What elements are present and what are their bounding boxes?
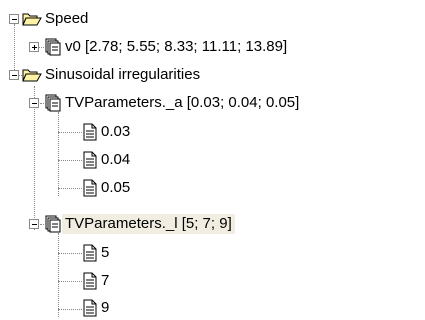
tree-line [58,112,59,196]
collapse-tv-l-toggle[interactable] [29,219,39,229]
document-icon [83,299,97,317]
document-icon [83,244,97,262]
tree-line [58,253,82,254]
open-folder-icon [22,69,42,82]
tree-line [58,132,82,133]
minus-box-icon [12,19,17,20]
tree-node-tv-a[interactable]: TVParameters._a [0.03; 0.04; 0.05] [44,92,302,114]
tree-node-value[interactable]: 9 [82,297,112,319]
tv-a-label: TVParameters._a [0.03; 0.04; 0.05] [65,94,300,111]
stacked-pages-icon [45,215,61,233]
tree-line [58,281,82,282]
tree-line [58,233,59,317]
tree-line [58,188,82,189]
tree-node-v0[interactable]: v0 [2.78; 5.55; 8.33; 11.11; 13.89] [44,36,290,58]
value-label: 5 [101,244,110,261]
stacked-pages-icon [45,94,61,112]
tree-line [58,160,82,161]
minus-box-icon [12,75,17,76]
collapse-speed-toggle[interactable] [9,14,19,24]
document-icon [83,123,97,141]
tree-node-value[interactable]: 0.04 [82,149,133,171]
minus-box-icon [32,224,37,225]
value-label: 9 [101,299,110,316]
expand-v0-toggle[interactable] [29,42,39,52]
tree-node-value[interactable]: 5 [82,242,112,264]
stacked-pages-icon [45,38,61,56]
open-folder-icon [22,13,42,26]
tree-line [58,309,82,310]
value-label: 7 [101,272,110,289]
value-label: 0.05 [101,179,131,196]
tree-node-speed[interactable]: Speed [22,8,91,30]
collapse-sinusoidal-toggle[interactable] [9,70,19,80]
value-label: 0.03 [101,123,131,140]
value-label: 0.04 [101,151,131,168]
collapse-tv-a-toggle[interactable] [29,98,39,108]
v0-label: v0 [2.78; 5.55; 8.33; 11.11; 13.89] [65,38,288,55]
tree-node-tv-l[interactable]: TVParameters._l [5; 7; 9] [44,213,235,235]
document-icon [83,151,97,169]
tree-node-sinusoidal[interactable]: Sinusoidal irregularities [22,64,203,86]
sinusoidal-label: Sinusoidal irregularities [45,66,201,83]
speed-label: Speed [45,10,89,27]
tree-node-value[interactable]: 0.03 [82,121,133,143]
minus-box-icon [32,103,37,104]
document-icon [83,179,97,197]
tree-view: Speed v0 [2.78; 5.55; 8.33; 11.11; 13.89… [0,0,425,320]
tv-l-label: TVParameters._l [5; 7; 9] [62,214,235,234]
tree-line [14,24,15,76]
tree-node-value[interactable]: 0.05 [82,177,133,199]
tree-node-value[interactable]: 7 [82,270,112,292]
document-icon [83,272,97,290]
